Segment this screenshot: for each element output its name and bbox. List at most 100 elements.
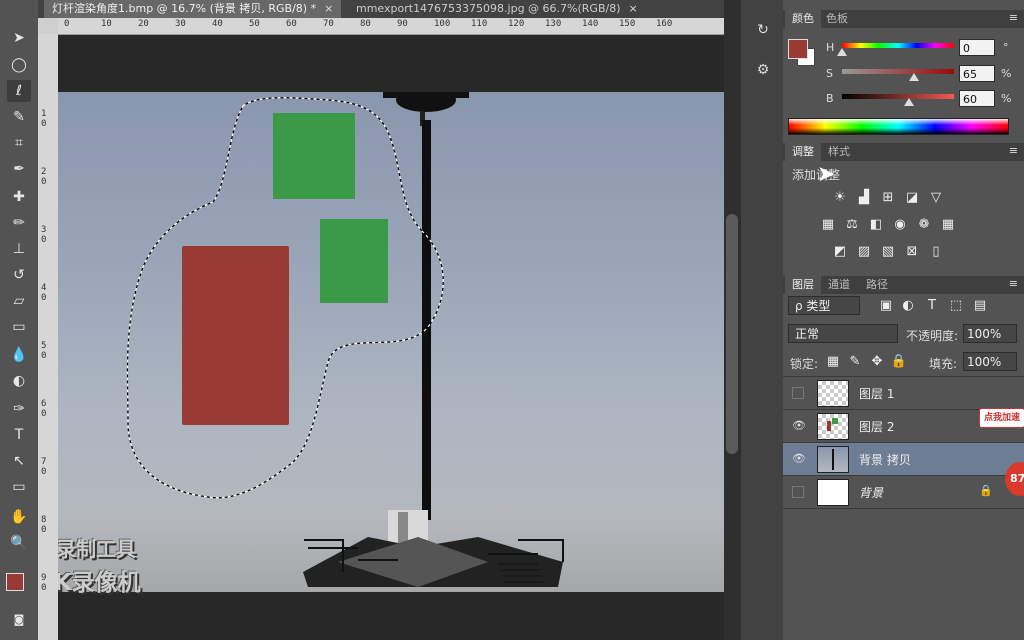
quick-select-tool-icon[interactable]: ✎	[7, 106, 31, 128]
ruler-horizontal[interactable]: 0 10 20 30 40 50 60 70 80 90 100 110 120 130 140 150 160	[58, 18, 724, 35]
selective-color-icon[interactable]: ⊠	[903, 244, 921, 260]
rectangle-tool-icon[interactable]: ▭	[7, 476, 31, 498]
eraser-tool-icon[interactable]: ▱	[7, 290, 31, 312]
exposure-icon[interactable]: ◪	[903, 190, 921, 206]
tab-swatches[interactable]: 色板	[819, 10, 855, 28]
marquee-tool-icon[interactable]: ◯	[7, 54, 31, 76]
hue-value[interactable]: 0	[959, 39, 995, 56]
filter-adjustment-icon[interactable]: ◐	[899, 298, 917, 314]
pen-tool-icon[interactable]: ✑	[7, 398, 31, 420]
opacity-input[interactable]: 100%	[963, 324, 1017, 343]
photo-filter-icon[interactable]: ◉	[891, 217, 909, 233]
visibility-toggle[interactable]	[792, 486, 804, 498]
panel-menu-icon[interactable]: ≡	[1009, 144, 1018, 157]
tab-document-1[interactable]: 灯杆渲染角度1.bmp @ 16.7% (背景 拷贝, RGB/8) * ×	[44, 0, 342, 18]
tab-adjustments[interactable]: 调整	[785, 143, 821, 161]
tab-channels[interactable]: 通道	[821, 276, 857, 294]
quick-mask-icon[interactable]: ◙	[7, 608, 31, 630]
ruler-vertical[interactable]: 10 20 30 40 50 60 70 80 90	[38, 34, 59, 640]
lock-pixels-icon[interactable]: ✎	[846, 354, 864, 370]
lasso-tool-icon[interactable]: ℓ	[7, 80, 31, 102]
tab-paths[interactable]: 路径	[859, 276, 895, 294]
layer-name[interactable]: 背景 拷贝	[859, 451, 911, 468]
panel-menu-icon[interactable]: ≡	[1009, 11, 1018, 24]
watermark-line-1: 录制工具	[58, 537, 136, 561]
brush-tool-icon[interactable]: ✏	[7, 212, 31, 234]
document-window[interactable]: 录制工具 KK录像机	[58, 35, 724, 640]
gradient-tool-icon[interactable]: ▭	[7, 316, 31, 338]
layer-row[interactable]: 图层 1	[783, 377, 1024, 410]
color-lookup-icon[interactable]: ▦	[939, 217, 957, 233]
color-balance-icon[interactable]: ⚖	[843, 217, 861, 233]
color-spectrum-bar[interactable]	[788, 118, 1009, 135]
filter-pixel-icon[interactable]: ▣	[877, 298, 895, 314]
visibility-toggle[interactable]	[792, 387, 804, 399]
tab-label: 灯杆渲染角度1.bmp @ 16.7% (背景 拷贝, RGB/8) *	[52, 2, 317, 15]
hue-slider-thumb[interactable]	[837, 48, 847, 56]
tab-document-2[interactable]: mmexport1476753375098.jpg @ 66.7%(RGB/8)…	[348, 0, 646, 18]
curves-icon[interactable]: ⊞	[879, 190, 897, 206]
zoom-tool-icon[interactable]: 🔍	[7, 532, 31, 554]
clone-stamp-tool-icon[interactable]: ⊥	[7, 238, 31, 260]
filter-smart-object-icon[interactable]: ▤	[971, 298, 989, 314]
history-brush-tool-icon[interactable]: ↺	[7, 264, 31, 286]
threshold-icon[interactable]: ▧	[879, 244, 897, 260]
eyedropper-tool-icon[interactable]: ✒	[7, 158, 31, 180]
invert-icon[interactable]: ◩	[831, 244, 849, 260]
blur-tool-icon[interactable]: 💧	[7, 344, 31, 366]
move-tool-icon[interactable]: ➤	[7, 27, 31, 49]
tab-styles[interactable]: 样式	[821, 143, 857, 161]
lock-transparency-icon[interactable]: ▦	[824, 354, 842, 370]
black-white-icon[interactable]: ◧	[867, 217, 885, 233]
dodge-tool-icon[interactable]: ◐	[7, 370, 31, 392]
close-icon[interactable]: ×	[324, 2, 333, 15]
crop-tool-icon[interactable]: ⌗	[7, 132, 31, 154]
brightness-icon[interactable]: ☀	[831, 190, 849, 206]
foreground-color-swatch[interactable]	[6, 573, 24, 591]
panel-menu-icon[interactable]: ≡	[1009, 277, 1018, 290]
fill-input[interactable]: 100%	[963, 352, 1017, 371]
lock-position-icon[interactable]: ✥	[868, 354, 886, 370]
saturation-slider-thumb[interactable]	[909, 73, 919, 81]
saturation-value[interactable]: 65	[959, 65, 995, 82]
brightness-value[interactable]: 60	[959, 90, 995, 107]
layer-name[interactable]: 图层 1	[859, 385, 894, 402]
layer-name[interactable]: 图层 2	[859, 418, 894, 435]
channel-mixer-icon[interactable]: ❁	[915, 217, 933, 233]
layer-row[interactable]: 👁 背景 拷贝	[783, 443, 1024, 476]
eye-icon[interactable]: 👁	[792, 419, 806, 432]
scrollbar-thumb[interactable]	[726, 214, 738, 454]
filter-type-icon[interactable]: T	[923, 298, 941, 314]
filter-shape-icon[interactable]: ⬚	[947, 298, 965, 314]
vibrance-icon[interactable]: ▽	[927, 190, 945, 206]
tab-layers[interactable]: 图层	[785, 276, 821, 294]
posterize-icon[interactable]: ▨	[855, 244, 873, 260]
close-icon[interactable]: ×	[629, 2, 638, 15]
saturation-slider[interactable]	[842, 69, 954, 74]
hue-slider[interactable]	[842, 43, 954, 48]
lock-all-icon[interactable]: 🔒	[890, 354, 908, 370]
layer-name[interactable]: 背景	[859, 484, 883, 501]
history-panel-icon[interactable]: ↻	[754, 22, 772, 40]
layer-row[interactable]: 背景 🔒	[783, 476, 1024, 509]
gradient-map-icon[interactable]: ▯	[927, 244, 945, 260]
canvas[interactable]	[58, 92, 724, 592]
layer-filter-select[interactable]: ρ 类型	[788, 296, 860, 315]
path-select-tool-icon[interactable]: ↖	[7, 450, 31, 472]
green-block-1	[273, 113, 355, 199]
blend-mode-select[interactable]: 正常	[788, 324, 898, 343]
brightness-slider-thumb[interactable]	[904, 98, 914, 106]
brightness-slider[interactable]	[842, 94, 954, 99]
tab-color[interactable]: 颜色	[785, 10, 821, 28]
hue-saturation-icon[interactable]: ▦	[819, 217, 837, 233]
hand-tool-icon[interactable]: ✋	[7, 506, 31, 528]
type-tool-icon[interactable]: T	[7, 424, 31, 446]
layers-panel-tabs: 图层 通道 路径 ≡	[783, 276, 1024, 294]
properties-panel-icon[interactable]: ⚙	[754, 62, 772, 80]
healing-brush-tool-icon[interactable]: ✚	[7, 186, 31, 208]
ruler-tick-label: 60	[41, 399, 47, 419]
color-fg-swatch[interactable]	[788, 39, 808, 59]
levels-icon[interactable]: ▟	[855, 190, 873, 206]
eye-icon[interactable]: 👁	[792, 452, 806, 465]
speed-up-badge[interactable]: 点我加速	[979, 408, 1024, 428]
